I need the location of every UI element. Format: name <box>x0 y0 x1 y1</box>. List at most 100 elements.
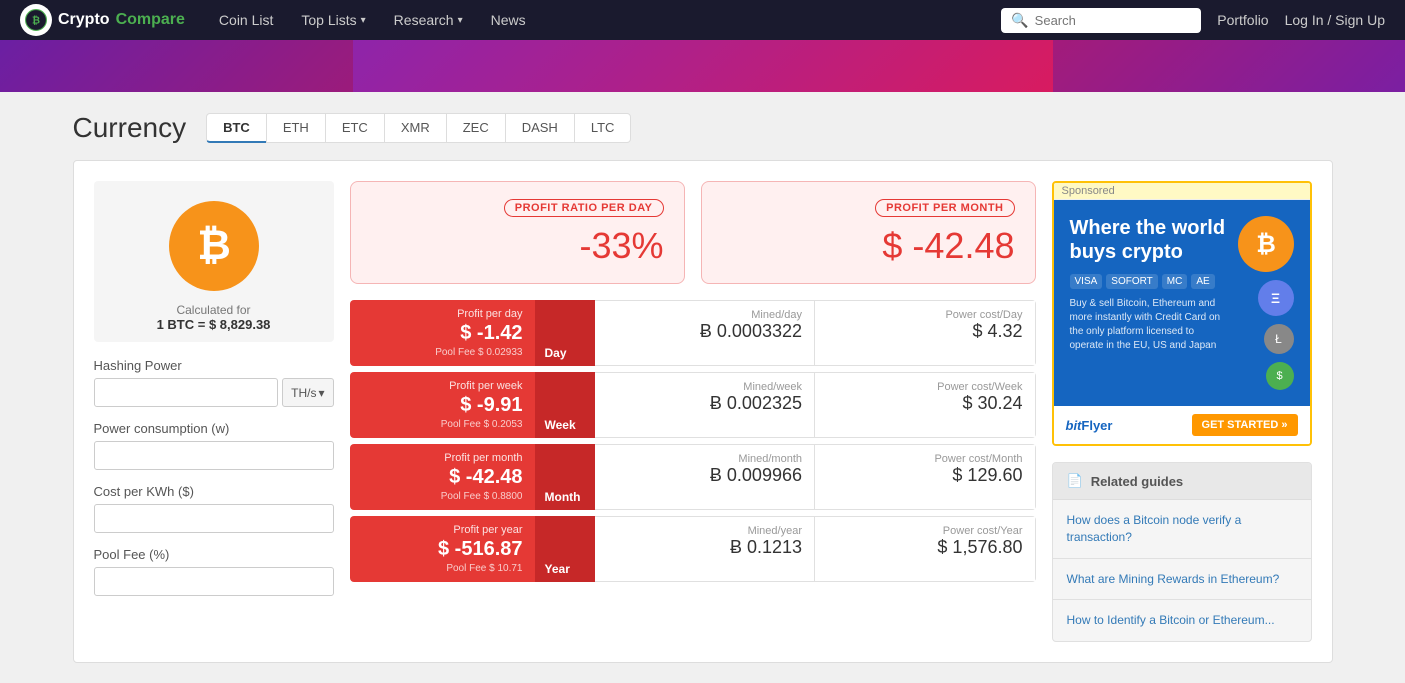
nav-news[interactable]: News <box>477 0 540 40</box>
navbar: ₿ CryptoCompare Coin List Top Lists ▾ Re… <box>0 0 1405 40</box>
sponsored-green-icon: $ <box>1266 362 1294 390</box>
profit-daily-value: -33% <box>371 225 664 267</box>
search-input[interactable] <box>1035 13 1192 28</box>
profit-cell: Profit per day $ -1.42 Pool Fee $ 0.0293… <box>350 300 535 366</box>
power-value: $ 1,576.80 <box>827 537 1023 558</box>
table-row: Profit per month $ -42.48 Pool Fee $ 0.8… <box>350 444 1036 510</box>
period-cell: Year <box>535 516 595 582</box>
hashing-power-input[interactable]: 40 <box>94 378 279 407</box>
tab-etc[interactable]: ETC <box>325 113 384 143</box>
currency-tabs: BTC ETH ETC XMR ZEC DASH LTC <box>206 113 631 143</box>
profit-cell: Profit per month $ -42.48 Pool Fee $ 0.8… <box>350 444 535 510</box>
power-value: $ 129.60 <box>827 465 1023 486</box>
sponsored-description: Buy & sell Bitcoin, Ethereum and more in… <box>1070 297 1228 353</box>
table-row: Profit per week $ -9.91 Pool Fee $ 0.205… <box>350 372 1036 438</box>
data-rows: Profit per day $ -1.42 Pool Fee $ 0.0293… <box>350 300 1036 582</box>
page-title: Currency <box>73 112 187 144</box>
power-cell: Power cost/Week $ 30.24 <box>815 372 1036 438</box>
tab-dash[interactable]: DASH <box>505 113 574 143</box>
power-value: $ 30.24 <box>827 393 1023 414</box>
nav-coin-list[interactable]: Coin List <box>205 0 287 40</box>
pool-fee: Pool Fee $ 0.02933 <box>362 347 523 358</box>
chevron-down-icon: ▾ <box>361 15 366 26</box>
cost-kwh-group: Cost per KWh ($) 0.12 <box>94 484 334 533</box>
sponsored-logos: VISA SOFORT MC AE <box>1070 274 1228 289</box>
profit-label: Profit per day <box>362 308 523 320</box>
tab-xmr[interactable]: XMR <box>384 113 446 143</box>
power-cell: Power cost/Month $ 129.60 <box>815 444 1036 510</box>
cost-kwh-input[interactable]: 0.12 <box>94 504 334 533</box>
btc-icon: ₿ <box>169 201 259 291</box>
related-guides: 📄 Related guides How does a Bitcoin node… <box>1052 462 1312 642</box>
mc-logo: MC <box>1162 274 1188 289</box>
calculated-for-label: Calculated for <box>176 303 250 317</box>
mined-value: Ƀ 0.1213 <box>607 537 803 558</box>
mined-cell: Mined/year Ƀ 0.1213 <box>595 516 816 582</box>
brand-name-crypto: Crypto <box>58 11 110 29</box>
profit-label: Profit per week <box>362 380 523 392</box>
pool-fee-input[interactable]: 1 <box>94 567 334 596</box>
sponsored-coins: ₿ Ξ Ł $ <box>1238 216 1294 390</box>
center-panel: PROFIT RATIO PER DAY -33% PROFIT PER MON… <box>350 181 1036 642</box>
nav-research[interactable]: Research ▾ <box>380 0 477 40</box>
brand-name-compare: Compare <box>116 11 185 29</box>
chevron-down-icon: ▾ <box>318 386 324 400</box>
visa-logo: VISA <box>1070 274 1103 289</box>
cost-kwh-label: Cost per KWh ($) <box>94 484 334 499</box>
document-icon: 📄 <box>1067 473 1083 489</box>
btc-rate: 1 BTC = $ 8,829.38 <box>157 317 271 332</box>
sponsored-label: Sponsored <box>1054 183 1310 200</box>
profit-monthly-label: PROFIT PER MONTH <box>875 199 1014 217</box>
tab-btc[interactable]: BTC <box>206 113 266 143</box>
tab-eth[interactable]: ETH <box>266 113 325 143</box>
tab-ltc[interactable]: LTC <box>574 113 632 143</box>
brand-logo-link[interactable]: ₿ CryptoCompare <box>20 4 185 36</box>
profit-daily-card: PROFIT RATIO PER DAY -33% <box>350 181 685 284</box>
period-cell: Day <box>535 300 595 366</box>
search-icon: 🔍 <box>1011 12 1028 29</box>
bitflyer-footer: bitFlyer GET STARTED » <box>1054 406 1310 444</box>
portfolio-link[interactable]: Portfolio <box>1217 12 1268 28</box>
profit-cell: Profit per week $ -9.91 Pool Fee $ 0.205… <box>350 372 535 438</box>
sponsored-content: Where the world buys crypto VISA SOFORT … <box>1054 200 1310 406</box>
power-label: Power cost/Week <box>827 381 1023 393</box>
power-value: $ 4.32 <box>827 321 1023 342</box>
mined-value: Ƀ 0.0003322 <box>607 321 803 342</box>
related-guides-header: 📄 Related guides <box>1053 463 1311 500</box>
mined-cell: Mined/day Ƀ 0.0003322 <box>595 300 816 366</box>
profit-value: $ -1.42 <box>362 322 523 345</box>
hashing-power-unit[interactable]: TH/s ▾ <box>282 378 333 407</box>
pool-fee-group: Pool Fee (%) 1 <box>94 547 334 596</box>
sponsored-eth-icon: Ξ <box>1258 280 1294 316</box>
power-label: Power cost/Day <box>827 309 1023 321</box>
promo-banner[interactable] <box>0 40 1405 92</box>
period-cell: Month <box>535 444 595 510</box>
power-consumption-input[interactable]: 1500 <box>94 441 334 470</box>
mined-value: Ƀ 0.009966 <box>607 465 803 486</box>
sponsored-text: Where the world buys crypto VISA SOFORT … <box>1070 216 1228 353</box>
profit-daily-label: PROFIT RATIO PER DAY <box>504 199 664 217</box>
tab-zec[interactable]: ZEC <box>446 113 505 143</box>
mined-value: Ƀ 0.002325 <box>607 393 803 414</box>
profit-monthly-value: $ -42.48 <box>722 225 1015 267</box>
power-label: Power cost/Month <box>827 453 1023 465</box>
list-item[interactable]: What are Mining Rewards in Ethereum? <box>1053 559 1311 601</box>
chevron-down-icon: ▾ <box>458 15 463 26</box>
login-link[interactable]: Log In / Sign Up <box>1285 12 1385 28</box>
get-started-button[interactable]: GET STARTED » <box>1192 414 1298 436</box>
pool-fee: Pool Fee $ 0.2053 <box>362 419 523 430</box>
related-guides-list: How does a Bitcoin node verify a transac… <box>1053 500 1311 641</box>
sponsored-banner: Sponsored Where the world buys crypto VI… <box>1052 181 1312 446</box>
hashing-power-group: Hashing Power 40 TH/s ▾ <box>94 358 334 407</box>
profit-label: Profit per year <box>362 524 523 536</box>
page-container: Currency BTC ETH ETC XMR ZEC DASH LTC ₿ … <box>53 92 1353 683</box>
nav-top-lists[interactable]: Top Lists ▾ <box>287 0 379 40</box>
list-item[interactable]: How does a Bitcoin node verify a transac… <box>1053 500 1311 559</box>
pool-fee-label: Pool Fee (%) <box>94 547 334 562</box>
list-item[interactable]: How to Identify a Bitcoin or Ethereum... <box>1053 600 1311 641</box>
hashing-power-row: 40 TH/s ▾ <box>94 378 334 407</box>
power-label: Power cost/Year <box>827 525 1023 537</box>
profit-cell: Profit per year $ -516.87 Pool Fee $ 10.… <box>350 516 535 582</box>
pool-fee: Pool Fee $ 0.8800 <box>362 491 523 502</box>
sponsored-title: Where the world buys crypto <box>1070 216 1228 264</box>
